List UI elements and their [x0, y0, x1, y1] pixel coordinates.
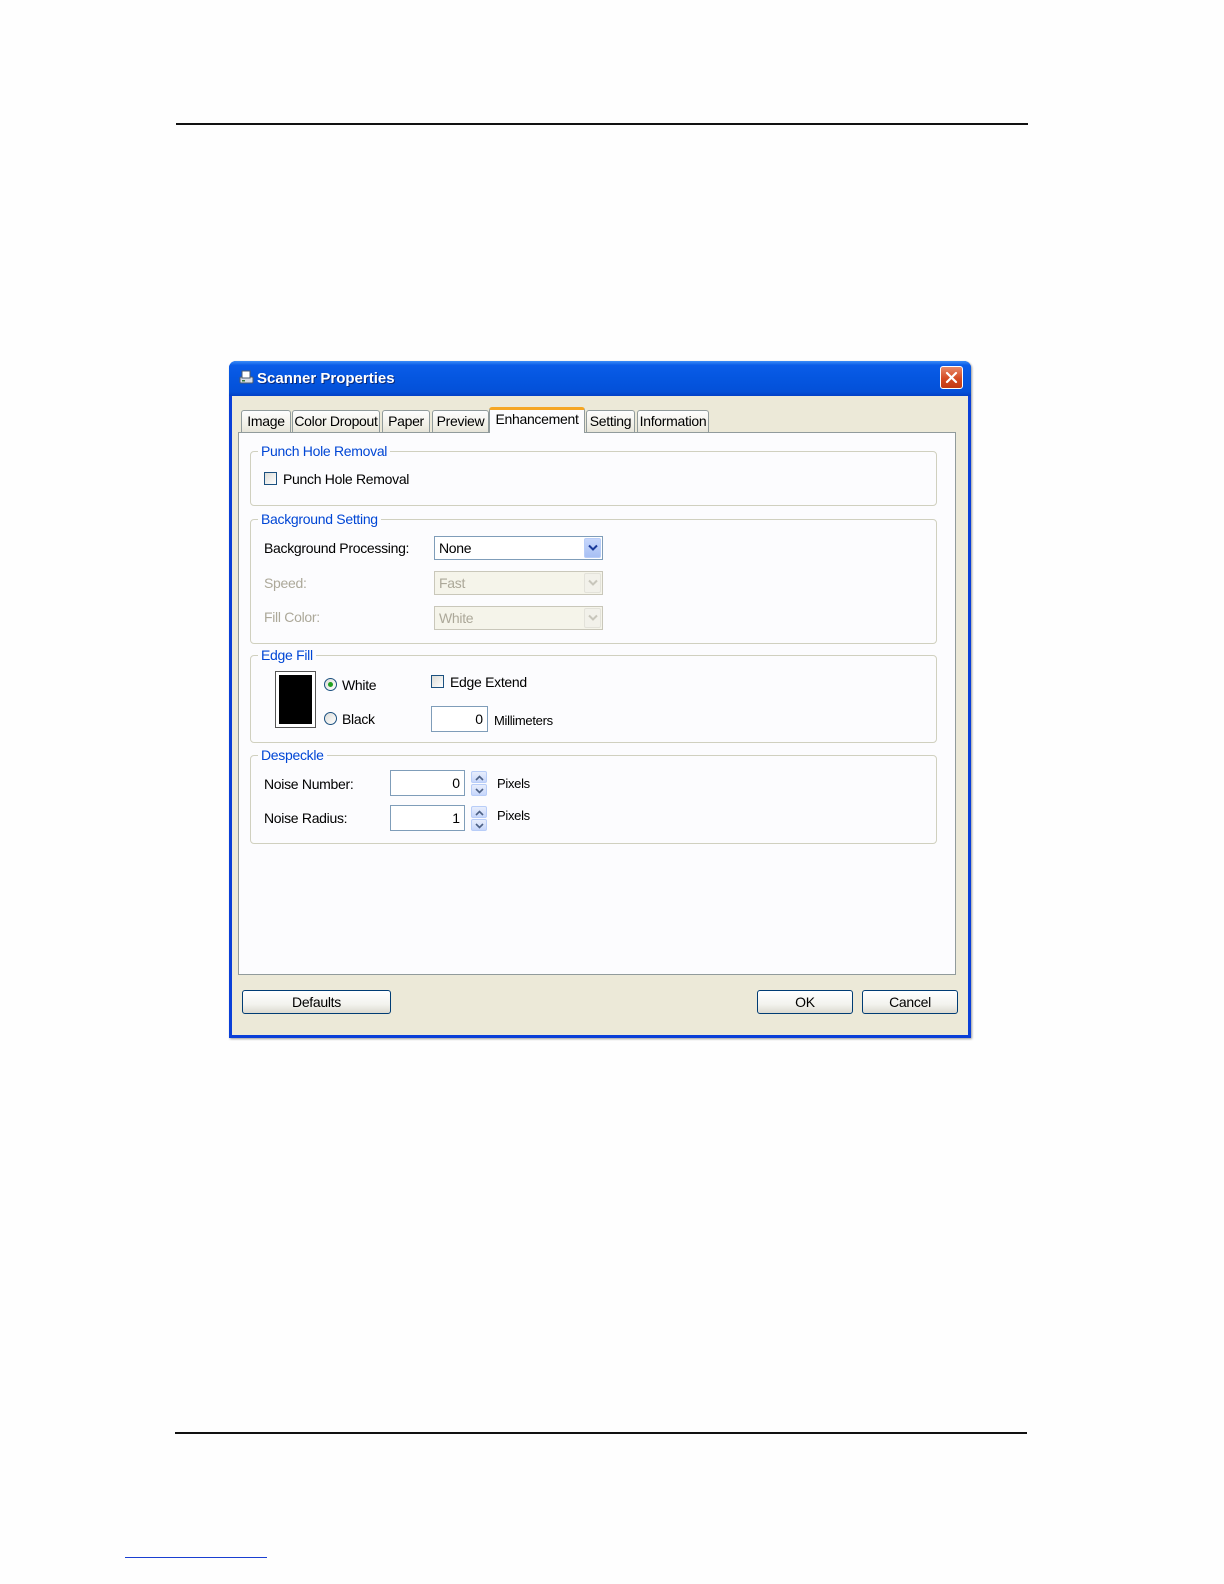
- tab-preview[interactable]: Preview: [432, 410, 489, 432]
- noise-number-label: Noise Number:: [264, 776, 354, 792]
- fill-color-value: White: [439, 610, 474, 626]
- noise-number-value: 0: [452, 775, 460, 791]
- background-setting-group: Background Setting Background Processing…: [250, 510, 937, 644]
- background-processing-value: None: [439, 540, 472, 556]
- edge-extend-label[interactable]: Edge Extend: [450, 673, 527, 691]
- dialog-body: Image Color Dropout Paper Preview Enhanc…: [232, 396, 968, 1035]
- tab-enhancement[interactable]: Enhancement: [489, 407, 585, 433]
- close-button[interactable]: [940, 366, 963, 389]
- close-icon: [945, 371, 958, 384]
- speed-select: Fast: [434, 571, 603, 595]
- edge-fill-black-radio[interactable]: [324, 712, 337, 725]
- noise-radius-spinner[interactable]: [471, 806, 487, 832]
- noise-radius-unit-label: Pixels: [497, 808, 530, 823]
- title-bar[interactable]: Scanner Properties: [229, 361, 971, 396]
- chevron-up-icon: [475, 775, 484, 781]
- edge-fill-group: Edge Fill White Black Edge Extend 0 Mill…: [250, 646, 937, 743]
- edge-fill-white-label[interactable]: White: [342, 676, 377, 694]
- page-bottom-rule: [175, 1432, 1027, 1434]
- chevron-down-icon: [588, 544, 598, 551]
- tab-color-dropout[interactable]: Color Dropout: [292, 410, 380, 432]
- noise-number-down-button[interactable]: [471, 784, 487, 796]
- punch-hole-removal-checkbox[interactable]: [264, 472, 277, 485]
- chevron-up-icon: [475, 810, 484, 816]
- cancel-button[interactable]: Cancel: [862, 990, 958, 1014]
- edge-fill-preview-swatch: [279, 675, 312, 724]
- edge-extend-value: 0: [475, 711, 483, 727]
- defaults-button[interactable]: Defaults: [242, 990, 391, 1014]
- punch-hole-removal-group: Punch Hole Removal Punch Hole Removal: [250, 442, 937, 506]
- tab-setting[interactable]: Setting: [586, 410, 635, 432]
- edge-extend-checkbox[interactable]: [431, 675, 444, 688]
- fill-color-dropdown-button: [584, 608, 601, 628]
- chevron-down-icon: [475, 788, 484, 794]
- edge-fill-group-label: Edge Fill: [258, 646, 316, 664]
- edge-extend-input[interactable]: 0: [431, 706, 488, 732]
- scanner-icon: [239, 370, 254, 384]
- background-processing-label: Background Processing:: [264, 540, 410, 556]
- footer-link-underline: [125, 1557, 267, 1558]
- edge-fill-black-label[interactable]: Black: [342, 710, 375, 728]
- ok-button[interactable]: OK: [757, 990, 853, 1014]
- noise-number-up-button[interactable]: [471, 771, 487, 783]
- scanner-properties-window: Scanner Properties Image Color Dropout P…: [229, 361, 971, 1038]
- window-title: Scanner Properties: [257, 370, 395, 387]
- noise-radius-input[interactable]: 1: [390, 805, 465, 831]
- punch-hole-removal-label[interactable]: Punch Hole Removal: [283, 470, 409, 488]
- chevron-down-icon: [588, 614, 598, 621]
- background-processing-select[interactable]: None: [434, 536, 603, 560]
- tab-image[interactable]: Image: [241, 410, 291, 432]
- edge-fill-preview: [275, 671, 316, 728]
- noise-number-spinner[interactable]: [471, 771, 487, 797]
- enhancement-panel: Punch Hole Removal Punch Hole Removal Ba…: [238, 432, 956, 975]
- noise-number-unit-label: Pixels: [497, 776, 530, 791]
- speed-dropdown-button: [584, 573, 601, 593]
- fill-color-label: Fill Color:: [264, 609, 320, 625]
- noise-radius-up-button[interactable]: [471, 806, 487, 818]
- noise-radius-down-button[interactable]: [471, 819, 487, 831]
- chevron-down-icon: [588, 579, 598, 586]
- noise-radius-value: 1: [452, 810, 460, 826]
- tab-information[interactable]: Information: [637, 410, 709, 432]
- speed-label: Speed:: [264, 575, 307, 591]
- background-setting-group-label: Background Setting: [258, 510, 381, 528]
- tab-paper[interactable]: Paper: [382, 410, 430, 432]
- speed-value: Fast: [439, 575, 466, 591]
- edge-fill-white-radio[interactable]: [324, 678, 337, 691]
- edge-extend-unit-label: Millimeters: [494, 713, 553, 728]
- page-top-rule: [176, 123, 1028, 125]
- chevron-down-icon: [475, 823, 484, 829]
- noise-radius-label: Noise Radius:: [264, 810, 348, 826]
- noise-number-input[interactable]: 0: [390, 770, 465, 796]
- background-processing-dropdown-button[interactable]: [584, 538, 601, 558]
- despeckle-group: Despeckle Noise Number: 0 Pixels Noise R…: [250, 746, 937, 844]
- punch-hole-removal-group-label: Punch Hole Removal: [258, 442, 391, 460]
- fill-color-select: White: [434, 606, 603, 630]
- despeckle-group-label: Despeckle: [258, 746, 327, 764]
